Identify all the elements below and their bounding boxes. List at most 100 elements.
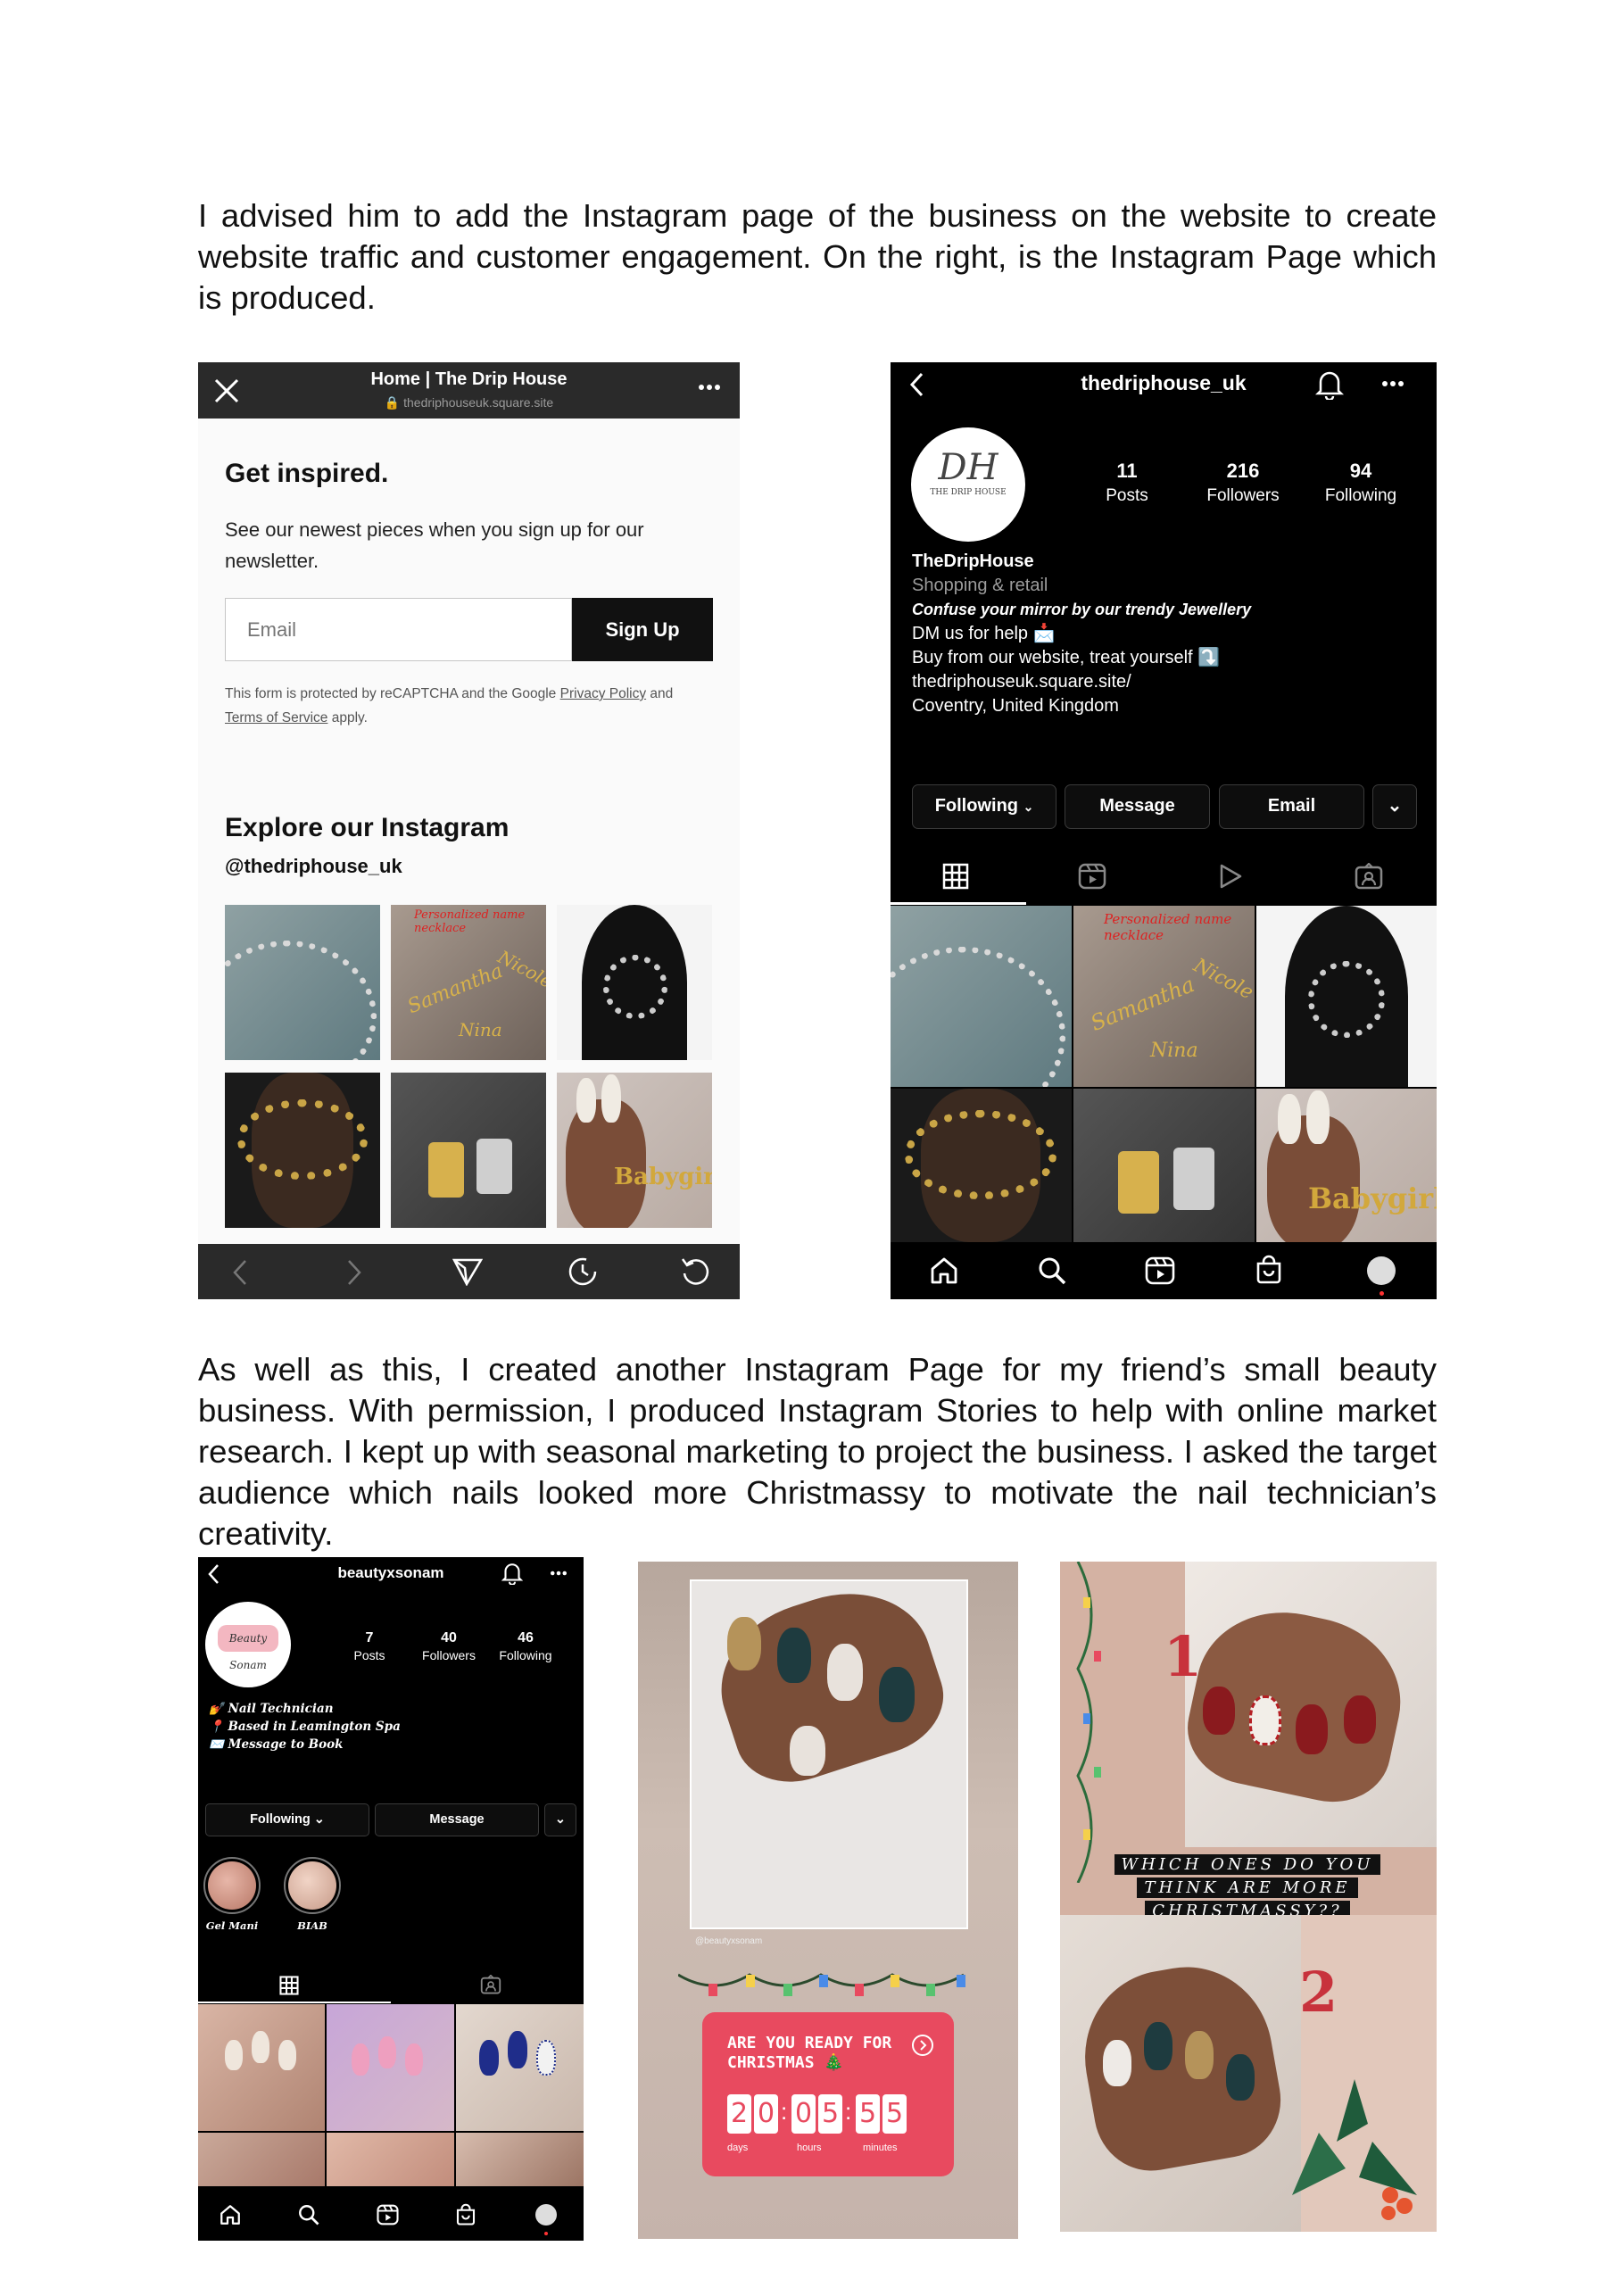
grid-photo-bust-chain[interactable] [557, 905, 712, 1060]
more-icon[interactable] [1381, 380, 1404, 387]
newsletter-subtext: See our newest pieces when you sign up f… [225, 518, 644, 572]
grid-photo-name-necklace[interactable]: Personalized name necklace Samantha Nico… [1073, 906, 1255, 1087]
privacy-policy-link[interactable]: Privacy Policy [560, 686, 646, 701]
grid-photo-nails-row2-b[interactable] [327, 2133, 454, 2186]
reels-icon[interactable] [1145, 1256, 1175, 1285]
tagged-tab-icon[interactable] [480, 1975, 501, 1994]
stat-following[interactable]: 94 Following [1303, 460, 1419, 506]
profile-category: Shopping & retail [912, 576, 1048, 595]
back-icon[interactable] [232, 1259, 248, 1286]
grid-photo-bust-chain[interactable] [1256, 906, 1437, 1087]
profile-avatar[interactable]: DH THE DRIP HOUSE [911, 427, 1025, 542]
following-button[interactable]: Following ⌄ [205, 1803, 369, 1836]
tagged-tab-icon[interactable] [1355, 863, 1383, 890]
chevron-right-circle-icon[interactable] [911, 2034, 934, 2057]
chevron-down-icon: ⌄ [1387, 796, 1403, 816]
home-icon[interactable] [930, 1256, 958, 1285]
suggest-dropdown-button[interactable]: ⌄ [544, 1803, 576, 1836]
email-button[interactable]: Email [1219, 784, 1364, 829]
search-icon[interactable] [1038, 1256, 1066, 1285]
shop-icon[interactable] [455, 2203, 476, 2226]
chevron-down-icon: ⌄ [554, 1812, 567, 1827]
notification-dot [1380, 1291, 1384, 1296]
grid-tab-icon[interactable] [279, 1976, 299, 1995]
reels-tab-icon[interactable] [1078, 863, 1106, 890]
babygirl-text: Babygirl [1308, 1181, 1437, 1215]
browser-bottom-bar [198, 1244, 740, 1299]
grid-photo-plug-pendants[interactable] [391, 1073, 546, 1228]
reels-icon[interactable] [377, 2204, 399, 2226]
following-label: Following [934, 796, 1018, 816]
browser-url: 🔒 thedriphouseuk.square.site [384, 395, 554, 410]
bio-line-website: Buy from our website, treat yourself ⤵️ [912, 648, 1221, 667]
grid-tab-icon[interactable] [942, 863, 969, 890]
stat-posts-value: 11 [1116, 460, 1138, 482]
bio-location: Coventry, United Kingdom [912, 696, 1119, 716]
bio-technician-text: Nail Technician [228, 1702, 334, 1716]
countdown-colon: : [845, 2098, 852, 2125]
string-lights-decoration [678, 1973, 965, 1996]
grid-photo-chain-silver[interactable] [891, 906, 1072, 1087]
more-icon[interactable] [698, 384, 721, 391]
terms-link[interactable]: Terms of Service [225, 710, 327, 725]
stat-followers[interactable]: 40 Followers [412, 1630, 485, 1662]
recaptcha-text: This form is protected by reCAPTCHA and … [225, 686, 560, 701]
countdown-sticker[interactable]: ARE YOU READY FOR CHRISTMAS 🎄 2 0 : 0 5 … [702, 2012, 954, 2176]
message-button[interactable]: Message [1065, 784, 1210, 829]
stat-following[interactable]: 46 Following [489, 1630, 562, 1662]
message-button[interactable]: Message [375, 1803, 539, 1836]
email-field[interactable] [225, 598, 572, 661]
profile-avatar-icon[interactable] [535, 2204, 557, 2226]
highlight-gel-mani[interactable] [203, 1857, 261, 1914]
grid-photo-name-necklace[interactable]: Personalized name necklace Samantha Nico… [391, 905, 546, 1060]
video-tab-icon[interactable] [1218, 863, 1243, 890]
grid-photo-nails-row2-a[interactable] [198, 2133, 325, 2186]
following-button[interactable]: Following ⌄ [912, 784, 1056, 829]
countdown-title: ARE YOU READY FOR CHRISTMAS 🎄 [727, 2034, 892, 2072]
grid-photo-plug-pendants[interactable] [1073, 1089, 1255, 1242]
stat-followers-value: 216 [1226, 460, 1260, 482]
bell-icon[interactable] [501, 1562, 523, 1585]
suggest-dropdown-button[interactable]: ⌄ [1372, 784, 1417, 829]
grid-photo-chain-silver[interactable] [225, 905, 380, 1060]
bio-link[interactable]: thedriphouseuk.square.site/ [912, 670, 1429, 694]
website-screenshot: Home | The Drip House 🔒 thedriphouseuk.s… [198, 362, 740, 1299]
countdown-unit-days: days [727, 2143, 749, 2153]
poll-number-1: 1 [1164, 1624, 1203, 1689]
grid-photo-babygirl[interactable]: Babygirl [557, 1073, 712, 1228]
grid-photo-nails-french[interactable] [198, 2004, 325, 2131]
history-icon[interactable] [568, 1256, 598, 1287]
bio-booking-text: Message to Book [228, 1737, 344, 1752]
grid-photo-nails-row2-c[interactable] [456, 2133, 584, 2186]
bio-line-dm: DM us for help 📩 [912, 624, 1056, 643]
profile-name: TheDripHouse [912, 551, 1034, 571]
share-icon[interactable] [452, 1257, 483, 1286]
profile-avatar[interactable]: Beauty Sonam [205, 1602, 291, 1687]
grid-photo-nails-pink[interactable] [327, 2004, 454, 2131]
grid-photo-gold-cuban[interactable] [225, 1073, 380, 1228]
stat-followers-label: Followers [422, 1648, 476, 1662]
signup-button[interactable]: Sign Up [572, 598, 713, 661]
grid-photo-nails-blue[interactable] [456, 2004, 584, 2131]
home-icon[interactable] [220, 2204, 241, 2226]
browser-page-title: Home | The Drip House [370, 369, 568, 389]
bell-icon[interactable] [1315, 369, 1344, 400]
paragraph-intro: I advised him to add the Instagram page … [198, 197, 1437, 316]
refresh-icon[interactable] [680, 1256, 712, 1287]
grid-photo-babygirl[interactable]: Babygirl [1256, 1089, 1437, 1242]
stat-posts[interactable]: 7 Posts [343, 1630, 396, 1662]
countdown-digit: 5 [882, 2094, 907, 2134]
grid-photo-gold-cuban[interactable] [891, 1089, 1072, 1242]
story-poll: 1 WHICH ONES DO YOU THINK ARE MORE CHRIS… [1060, 1562, 1437, 2232]
bio-line-technician: 💅 Nail Technician [209, 1702, 334, 1716]
shop-icon[interactable] [1255, 1255, 1283, 1285]
avatar-logo-text: DH [938, 447, 998, 488]
forward-icon[interactable] [346, 1259, 362, 1286]
stat-posts[interactable]: 11 Posts [1091, 460, 1163, 506]
profile-avatar-icon[interactable] [1367, 1256, 1396, 1285]
more-icon[interactable] [550, 1571, 568, 1576]
highlight-biab[interactable] [284, 1857, 341, 1914]
bio-location-text: Based in Leamington Spa [228, 1720, 401, 1734]
search-icon[interactable] [298, 2204, 319, 2226]
stat-followers[interactable]: 216 Followers [1185, 460, 1301, 506]
